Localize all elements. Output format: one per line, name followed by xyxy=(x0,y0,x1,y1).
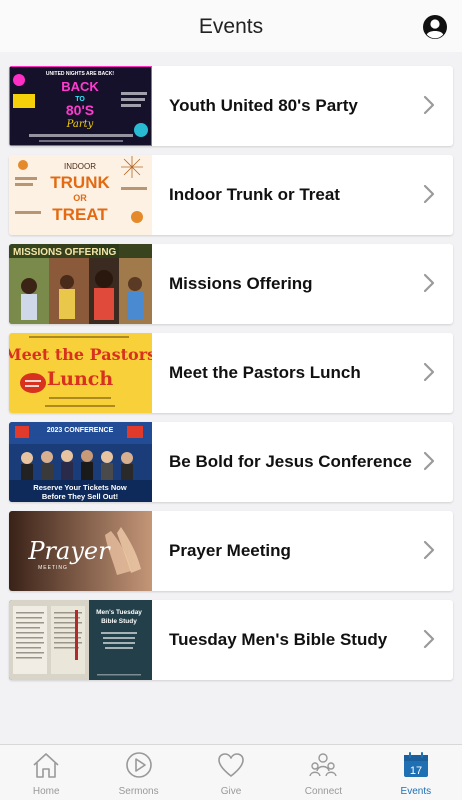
svg-text:TREAT: TREAT xyxy=(52,205,108,224)
tab-label: Connect xyxy=(304,786,343,797)
event-card[interactable]: MISSIONS OFFERING Missions Offering xyxy=(9,244,453,324)
svg-text:MEETING: MEETING xyxy=(38,565,68,571)
tab-sermons[interactable]: Sermons xyxy=(92,745,184,800)
app-header: Events xyxy=(0,0,462,52)
events-list: UNITED NIGHTS ARE BACK! BACK TO 80'S Par… xyxy=(9,66,453,689)
chevron-right-icon xyxy=(423,362,435,382)
calendar-icon: 17 xyxy=(403,752,428,777)
home-icon xyxy=(33,753,59,778)
tab-label: Give xyxy=(220,786,242,797)
svg-text:Meet the Pastors: Meet the Pastors xyxy=(9,345,152,364)
svg-text:INDOOR: INDOOR xyxy=(64,162,96,171)
svg-text:80'S: 80'S xyxy=(66,102,94,118)
svg-text:MISSIONS OFFERING: MISSIONS OFFERING xyxy=(13,247,117,258)
tab-events[interactable]: 17 Events xyxy=(370,745,462,800)
svg-text:Party: Party xyxy=(66,119,94,130)
event-thumbnail: INDOOR TRUNK OR TREAT xyxy=(9,155,152,235)
event-title: Indoor Trunk or Treat xyxy=(169,184,340,204)
svg-text:17: 17 xyxy=(410,765,422,777)
svg-text:Prayer: Prayer xyxy=(27,537,111,565)
chevron-right-icon xyxy=(423,451,435,471)
chevron-right-icon xyxy=(423,95,435,115)
svg-text:Men's Tuesday: Men's Tuesday xyxy=(96,609,142,616)
event-thumbnail: UNITED NIGHTS ARE BACK! BACK TO 80'S Par… xyxy=(9,66,152,146)
svg-text:Reserve Your Tickets Now: Reserve Your Tickets Now xyxy=(33,483,127,492)
tab-give[interactable]: Give xyxy=(185,745,277,800)
svg-text:Lunch: Lunch xyxy=(47,368,114,390)
svg-text:2023 CONFERENCE: 2023 CONFERENCE xyxy=(47,427,114,434)
chevron-right-icon xyxy=(423,629,435,649)
chevron-right-icon xyxy=(423,184,435,204)
event-title: Missions Offering xyxy=(169,273,313,293)
svg-text:UNITED NIGHTS ARE BACK!: UNITED NIGHTS ARE BACK! xyxy=(46,71,114,77)
profile-icon[interactable] xyxy=(422,14,448,40)
svg-text:BACK: BACK xyxy=(61,79,99,94)
tab-connect[interactable]: Connect xyxy=(277,745,369,800)
tab-bar: Home Sermons Give Connect 17 Events xyxy=(0,744,462,800)
event-title: Prayer Meeting xyxy=(169,540,291,560)
tab-label: Sermons xyxy=(118,786,159,797)
event-thumbnail: Meet the Pastors Lunch xyxy=(9,333,152,413)
svg-text:Before They Sell Out!: Before They Sell Out! xyxy=(42,492,118,501)
tab-label: Events xyxy=(400,786,432,797)
event-card[interactable]: UNITED NIGHTS ARE BACK! BACK TO 80'S Par… xyxy=(9,66,453,146)
event-card[interactable]: Meet the Pastors Lunch Meet the Pastors … xyxy=(9,333,453,413)
event-thumbnail: MISSIONS OFFERING xyxy=(9,244,152,324)
event-title: Meet the Pastors Lunch xyxy=(169,362,361,382)
people-icon xyxy=(309,753,338,777)
heart-icon xyxy=(218,753,244,777)
chevron-right-icon xyxy=(423,273,435,293)
play-icon xyxy=(125,752,152,778)
event-thumbnail: Men's Tuesday Bible Study xyxy=(9,600,152,680)
event-card[interactable]: 2023 CONFERENCE Reserve Your Tickets Now… xyxy=(9,422,453,502)
tab-home[interactable]: Home xyxy=(0,745,92,800)
event-thumbnail: 2023 CONFERENCE Reserve Your Tickets Now… xyxy=(9,422,152,502)
event-title: Youth United 80's Party xyxy=(169,95,358,115)
event-card[interactable]: Prayer MEETING Prayer Meeting xyxy=(9,511,453,591)
chevron-right-icon xyxy=(423,540,435,560)
page-title: Events xyxy=(198,15,264,38)
event-card[interactable]: Men's Tuesday Bible Study Tuesday Men's … xyxy=(9,600,453,680)
svg-text:TRUNK: TRUNK xyxy=(50,173,110,192)
tab-label: Home xyxy=(32,786,60,797)
event-card[interactable]: INDOOR TRUNK OR TREAT Indoor Trunk or Tr… xyxy=(9,155,453,235)
svg-text:OR: OR xyxy=(73,193,87,203)
event-title: Be Bold for Jesus Conference xyxy=(169,451,412,471)
svg-text:Bible Study: Bible Study xyxy=(101,618,137,625)
event-thumbnail: Prayer MEETING xyxy=(9,511,152,591)
event-title: Tuesday Men's Bible Study xyxy=(169,629,388,649)
